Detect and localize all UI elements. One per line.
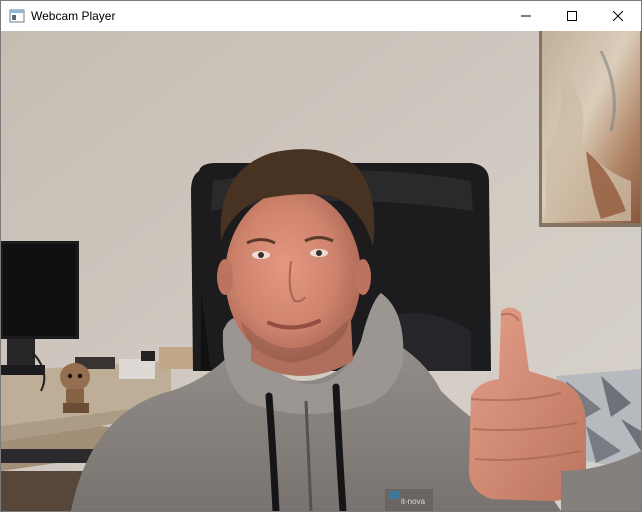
maximize-button[interactable] [549, 1, 595, 31]
close-button[interactable] [595, 1, 641, 31]
window-controls [503, 1, 641, 31]
webcam-player-window: Webcam Player it-nova [0, 0, 642, 512]
minimize-icon [521, 15, 531, 17]
minimize-button[interactable] [503, 1, 549, 31]
webcam-video-frame: it-nova [1, 31, 641, 511]
close-icon [613, 11, 623, 21]
webcam-frame-image: it-nova [1, 31, 641, 511]
webcam-player-app-icon [9, 8, 25, 24]
title-bar[interactable]: Webcam Player [1, 1, 641, 31]
maximize-icon [567, 11, 577, 21]
window-title: Webcam Player [31, 9, 116, 23]
